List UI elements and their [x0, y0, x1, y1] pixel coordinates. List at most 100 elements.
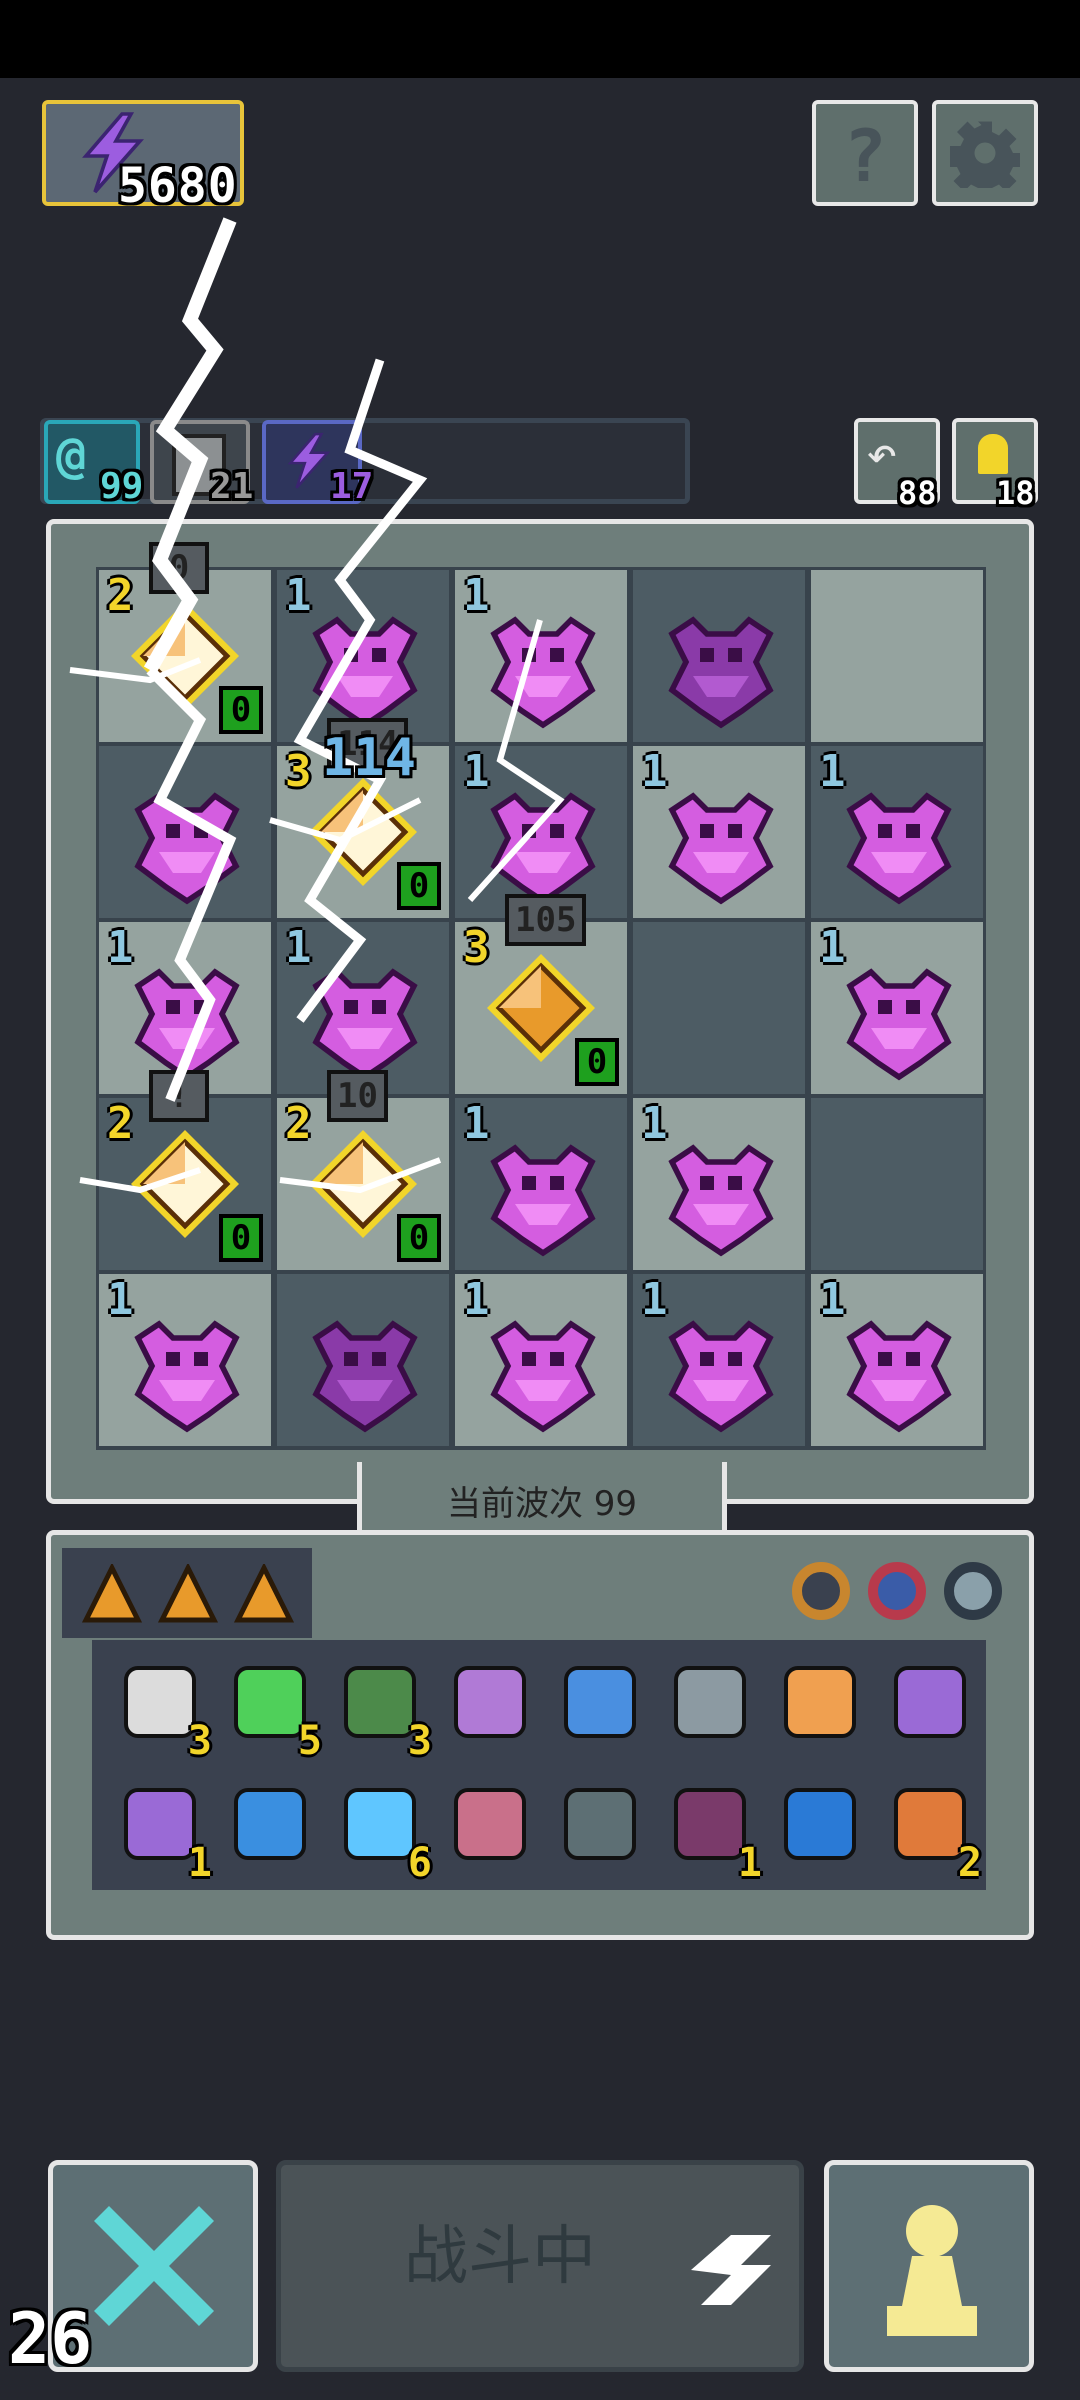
inventory-grid: 3 5 3 1 6 1 2	[92, 1640, 986, 1890]
help-icon: ?	[843, 114, 887, 198]
demon-icon	[134, 1320, 240, 1433]
board-cell[interactable]: 1	[277, 922, 449, 1094]
demon-icon	[668, 1144, 774, 1257]
count-badge: 0	[575, 1038, 619, 1086]
item-count: 1	[187, 1840, 212, 1886]
board-cell[interactable]	[811, 570, 983, 742]
magic-staff-icon	[454, 1666, 526, 1738]
board-cell[interactable]: 1	[633, 1098, 805, 1270]
inventory-item[interactable]	[220, 1778, 320, 1878]
demon-icon	[846, 792, 952, 905]
axe-icon	[894, 1788, 966, 1860]
demon-icon	[668, 792, 774, 905]
board-cell[interactable]	[277, 1274, 449, 1446]
board-cell[interactable]: 2 0!	[99, 1070, 271, 1270]
board-cell[interactable]: 3 0 105	[455, 894, 627, 1094]
inventory-item[interactable]	[880, 1656, 980, 1756]
board-cell[interactable]: 1	[811, 746, 983, 918]
board-cell[interactable]	[633, 570, 805, 742]
demon-icon	[490, 1320, 596, 1433]
inventory-item[interactable]	[770, 1778, 870, 1878]
inventory-item[interactable]: 6	[330, 1778, 432, 1886]
triangle-tab-1[interactable]	[81, 1562, 143, 1624]
inventory-item[interactable]: 1	[110, 1778, 212, 1886]
level-badge: 1	[285, 570, 312, 621]
board-cell[interactable]	[633, 922, 805, 1094]
inventory-item[interactable]	[660, 1656, 760, 1756]
fight-status-button[interactable]: 战斗中	[276, 2160, 804, 2372]
inventory-item[interactable]: 5	[220, 1656, 322, 1764]
level-badge: 1	[463, 1098, 490, 1149]
help-button[interactable]: ?	[812, 100, 918, 206]
demon-icon	[312, 968, 418, 1081]
inventory-item[interactable]: 3	[110, 1656, 212, 1764]
key-t-icon	[784, 1666, 856, 1738]
board-cell[interactable]: 200	[99, 542, 271, 742]
status-bar	[0, 0, 1080, 78]
board-cell[interactable]: 1	[99, 922, 271, 1094]
pawn-icon	[887, 2205, 977, 2336]
level-badge: 1	[819, 1274, 846, 1325]
level-badge: 2	[107, 570, 134, 621]
resource-a-value: 99	[100, 466, 144, 507]
board-cell[interactable]	[99, 746, 271, 918]
count-badge: 0	[219, 1214, 263, 1262]
item-count: 3	[407, 1718, 432, 1764]
scroll-icon	[124, 1666, 196, 1738]
frame-counter: 26	[8, 2298, 93, 2380]
blue-wave-icon	[234, 1788, 306, 1860]
inventory-item[interactable]	[550, 1656, 650, 1756]
level-badge: 1	[463, 746, 490, 797]
at-icon: @	[56, 426, 87, 484]
potion-jar-icon	[124, 1788, 196, 1860]
close-icon	[94, 2206, 214, 2326]
item-count: 6	[407, 1840, 432, 1886]
board-cell[interactable]: 1	[455, 746, 627, 918]
settings-button[interactable]	[932, 100, 1038, 206]
demon-icon	[134, 968, 240, 1081]
level-badge: 1	[463, 1274, 490, 1325]
lever-icon	[674, 1666, 746, 1738]
board-cell[interactable]: 1	[633, 746, 805, 918]
bat-icon	[894, 1666, 966, 1738]
level-badge: 2	[285, 1098, 312, 1149]
triangle-tab-2[interactable]	[157, 1562, 219, 1624]
pawn-button[interactable]	[824, 2160, 1034, 2372]
board-cell[interactable]: 1	[99, 1274, 271, 1446]
inventory-item[interactable]	[440, 1656, 540, 1756]
board-cell[interactable]: 1	[811, 1274, 983, 1446]
inventory-item[interactable]	[770, 1656, 870, 1756]
board-cell[interactable]: 1	[455, 570, 627, 742]
spiked-crown-icon	[564, 1788, 636, 1860]
ring-tab-dark[interactable]	[944, 1562, 1002, 1620]
ring-tab-orange[interactable]	[792, 1562, 850, 1620]
board-cell[interactable]: 1	[277, 570, 449, 742]
triangle-tab-3[interactable]	[233, 1562, 295, 1624]
triangle-icon	[233, 1562, 295, 1623]
level-badge: 2	[107, 1098, 134, 1149]
blue-orb-icon	[344, 1788, 416, 1860]
undo-icon: ↶	[866, 424, 898, 484]
board-cell[interactable]: 2 0 10	[277, 1070, 449, 1270]
status-tag: !	[149, 1070, 209, 1122]
board-cell[interactable]	[811, 1098, 983, 1270]
board-cell[interactable]: 1	[455, 1274, 627, 1446]
resource-b-value: 21	[210, 466, 254, 507]
undo-count: 88	[898, 474, 937, 512]
inventory-item[interactable]: 1	[660, 1778, 762, 1886]
board-cell[interactable]: 1	[811, 922, 983, 1094]
level-badge: 1	[641, 1098, 668, 1149]
level-badge: 3	[463, 922, 490, 973]
count-badge: 0	[397, 862, 441, 910]
ring-tab-red[interactable]	[868, 1562, 926, 1620]
blue-feather-icon	[564, 1666, 636, 1738]
arrow-icon	[454, 1788, 526, 1860]
inventory-item[interactable]: 3	[330, 1656, 432, 1764]
item-count: 3	[187, 1718, 212, 1764]
board-cell[interactable]: 1	[455, 1098, 627, 1270]
inventory-item[interactable]	[440, 1778, 540, 1878]
inventory-item[interactable]	[550, 1778, 650, 1878]
inventory-item[interactable]: 2	[880, 1778, 982, 1886]
hooded-figure-icon	[344, 1666, 416, 1738]
board-cell[interactable]: 1	[633, 1274, 805, 1446]
